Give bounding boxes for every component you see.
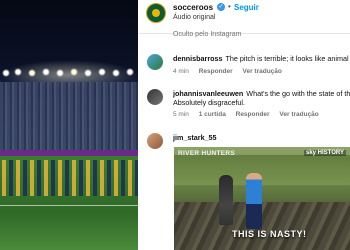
comment-text: The pitch is terrible; it looks like ani… bbox=[225, 54, 349, 63]
comment-text: What's the go with the state of the bbox=[246, 89, 350, 98]
comment-body: dennisbarross The pitch is terrible; it l… bbox=[173, 54, 350, 63]
see-translation-button[interactable]: Ver tradução bbox=[242, 68, 281, 75]
commenter-avatar[interactable] bbox=[147, 89, 163, 105]
see-translation-button[interactable]: Ver tradução bbox=[279, 111, 318, 118]
separator-dot: • bbox=[228, 2, 231, 11]
video-show-title: RIVER HUNTERS bbox=[178, 150, 235, 157]
comment-time: 5 min bbox=[173, 111, 189, 118]
follow-button[interactable]: Seguir bbox=[234, 3, 259, 12]
commenter-avatar[interactable] bbox=[147, 54, 163, 70]
video-person bbox=[246, 173, 262, 229]
author-username[interactable]: socceroos bbox=[173, 3, 213, 12]
video-mud bbox=[174, 202, 350, 250]
team-lineup bbox=[2, 160, 138, 196]
verified-badge-icon: ✓ bbox=[217, 3, 225, 11]
video-person bbox=[219, 175, 233, 225]
like-count[interactable]: 1 curtida bbox=[199, 111, 226, 118]
commenter-username[interactable]: johannisvanleeuwen bbox=[173, 89, 243, 98]
post-header: socceroos ✓ • Seguir Áudio original bbox=[138, 0, 350, 34]
commenter-username[interactable]: dennisbarross bbox=[173, 54, 223, 63]
video-caption: THIS IS NASTY! bbox=[232, 229, 307, 239]
comments-panel: socceroos ✓ • Seguir Áudio original Ocul… bbox=[138, 0, 350, 250]
comment-meta: 5 min 1 curtida Responder Ver tradução bbox=[173, 111, 327, 118]
comment-video[interactable]: RIVER HUNTERS sky HISTORY THIS IS NASTY! bbox=[174, 147, 350, 250]
channel-logo: sky HISTORY bbox=[303, 150, 346, 156]
author-avatar[interactable] bbox=[146, 3, 166, 23]
comment-body: jim_stark_55 bbox=[173, 133, 350, 142]
stadium-floodlights bbox=[0, 68, 138, 78]
post-photo[interactable] bbox=[0, 0, 138, 250]
comment-text-line2: Absolutely disgraceful. bbox=[173, 98, 245, 107]
comment-body: johannisvanleeuwen What's the go with the… bbox=[173, 89, 350, 98]
audio-label[interactable]: Áudio original bbox=[173, 14, 215, 21]
reply-button[interactable]: Responder bbox=[236, 111, 270, 118]
video-trees bbox=[174, 155, 350, 185]
reply-button[interactable]: Responder bbox=[199, 68, 233, 75]
commenter-username[interactable]: jim_stark_55 bbox=[173, 133, 217, 142]
stadium-stands bbox=[0, 82, 138, 152]
hidden-comments-note: Oculto pelo Instagram bbox=[173, 31, 242, 38]
commenter-avatar[interactable] bbox=[147, 133, 163, 149]
comment-meta: 4 min Responder Ver tradução bbox=[173, 68, 290, 75]
pitch-line bbox=[0, 205, 138, 206]
comment-time: 4 min bbox=[173, 68, 189, 75]
